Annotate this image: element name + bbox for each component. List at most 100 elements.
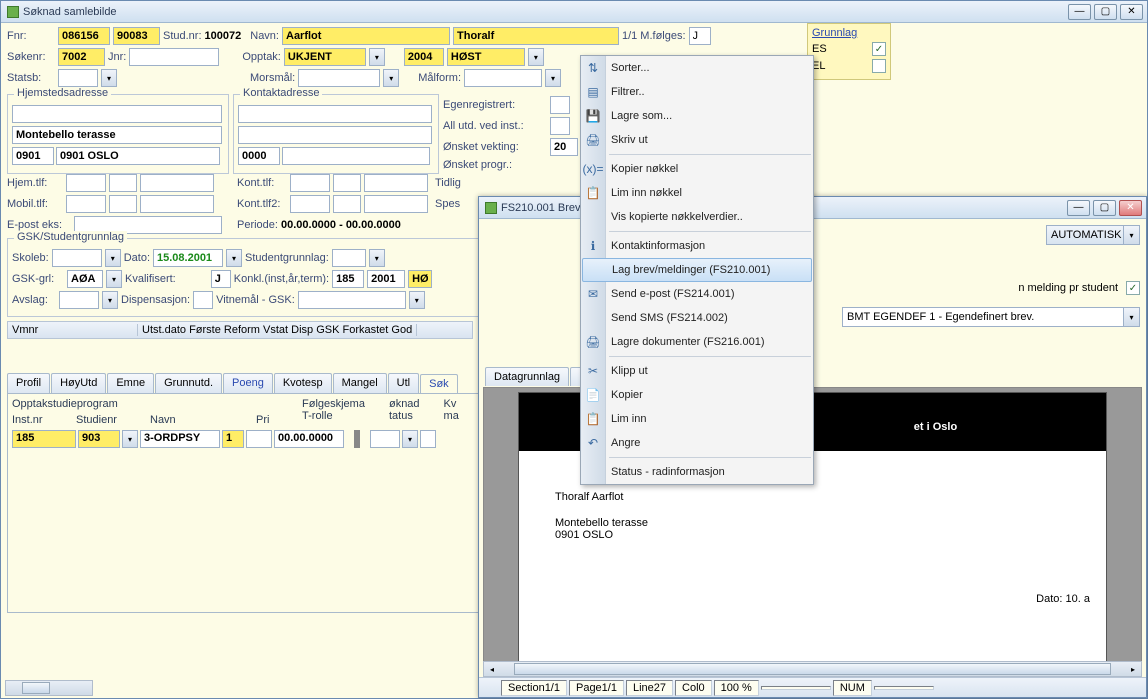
row-studienr-dd[interactable]: ▾ [122,430,138,448]
ctx-filtrer-[interactable]: ▤Filtrer.. [581,80,813,104]
maximize-button[interactable]: ▢ [1094,4,1117,20]
sokenr-input[interactable] [58,48,105,66]
kval-input[interactable] [211,270,231,288]
hjemtlf2[interactable] [109,174,137,192]
ctx-lim-inn[interactable]: 📋Lim inn [581,407,813,431]
statsb-input[interactable] [58,69,98,87]
term-input[interactable] [447,48,525,66]
aar-input[interactable] [404,48,444,66]
mob3[interactable] [140,195,214,213]
konkl2-input[interactable] [367,270,405,288]
row-navn[interactable]: 3-ORDPSY [140,430,220,448]
avslag-input[interactable] [59,291,99,309]
mfolges-input[interactable] [689,27,711,45]
ctx-kontaktinformasjon[interactable]: ℹKontaktinformasjon [581,234,813,258]
postnr1-input[interactable] [12,147,54,165]
jnr-input[interactable] [129,48,219,66]
ctx-kopier-n-kkel[interactable]: (x)=Kopier nøkkel [581,157,813,181]
skoleb-dd[interactable]: ▾ [105,249,121,267]
row-instnr[interactable]: 185 [12,430,76,448]
malform-input[interactable] [464,69,542,87]
ctx-skriv-ut[interactable]: 🖨Skriv ut [581,128,813,152]
tab-utl[interactable]: Utl [388,373,419,393]
tab-sok[interactable]: Søk [420,374,458,394]
postnr2-input[interactable] [238,147,280,165]
el-checkbox[interactable] [872,59,886,73]
poststed1-input[interactable] [56,147,220,165]
morsmal-input[interactable] [298,69,380,87]
es-checkbox[interactable]: ✓ [872,42,886,56]
dato-dd[interactable]: ▾ [226,249,242,267]
fnr1-input[interactable] [58,27,110,45]
template-arrow[interactable]: ▾ [1124,307,1140,327]
opptak-input[interactable] [284,48,366,66]
ctx-sorter-[interactable]: ⇅Sorter... [581,56,813,80]
etternavn-input[interactable] [282,27,450,45]
konttlf3[interactable] [364,174,428,192]
fnr2-input[interactable] [113,27,160,45]
konkl1-input[interactable] [332,270,364,288]
kadr-l1[interactable] [238,105,432,123]
tab-kvotesp[interactable]: Kvotesp [274,373,332,393]
tab-poeng[interactable]: Poeng [223,373,273,393]
adr-l1[interactable] [12,105,222,123]
opptak-dropdown[interactable]: ▾ [369,48,385,66]
kont2a[interactable] [290,195,330,213]
ctx-angre[interactable]: ↶Angre [581,431,813,455]
doc-hscroll[interactable]: ◂ ▸ [483,661,1142,677]
ctx-lagre-som-[interactable]: 💾Lagre som... [581,104,813,128]
konttlf1[interactable] [290,174,330,192]
morsmal-dropdown[interactable]: ▾ [383,69,399,87]
skoleb-input[interactable] [52,249,102,267]
row-studienr[interactable]: 903 [78,430,120,448]
brev-maximize[interactable]: ▢ [1093,200,1116,216]
gskgrl-input[interactable] [67,270,103,288]
close-button[interactable]: ✕ [1120,4,1143,20]
kadr-l2[interactable] [238,126,432,144]
melding-checkbox[interactable]: ✓ [1126,281,1140,295]
term-dropdown[interactable]: ▾ [528,48,544,66]
ctx-send-e-post-fs214-001-[interactable]: ✉Send e-post (FS214.001) [581,282,813,306]
statsb-dropdown[interactable]: ▾ [101,69,117,87]
adr-l2[interactable] [12,126,222,144]
poststed2-input[interactable] [282,147,430,165]
mob1[interactable] [66,195,106,213]
tab-emne[interactable]: Emne [107,373,154,393]
egenreg-input[interactable] [550,96,570,114]
avslag-dd[interactable]: ▾ [102,291,118,309]
ctx-status-radinformasjon[interactable]: Status - radinformasjon [581,460,813,484]
vit-input[interactable] [298,291,406,309]
mob2[interactable] [109,195,137,213]
allutd-input[interactable] [550,117,570,135]
automatisk-arrow[interactable]: ▾ [1124,225,1140,245]
tab-grunnutd[interactable]: Grunnutd. [155,373,222,393]
studentgrunnlag-input[interactable] [332,249,366,267]
tab-mangel[interactable]: Mangel [333,373,387,393]
brev-close[interactable]: ✕ [1119,200,1142,216]
studentgrunnlag-dd[interactable]: ▾ [369,249,385,267]
tab-datagrunnlag[interactable]: Datagrunnlag [485,367,569,386]
hjemtlf1[interactable] [66,174,106,192]
ctx-send-sms-fs214-002-[interactable]: Send SMS (FS214.002) [581,306,813,330]
tab-hoyutd[interactable]: HøyUtd [51,373,106,393]
gskdato-input[interactable] [153,249,223,267]
minimize-button[interactable]: — [1068,4,1091,20]
tab-profil[interactable]: Profil [7,373,50,393]
disp-input[interactable] [193,291,213,309]
automatisk-select[interactable]: AUTOMATISK [1046,225,1124,245]
row-dato[interactable]: 00.00.0000 [274,430,344,448]
gskgrl-dd[interactable]: ▾ [106,270,122,288]
malform-dropdown[interactable]: ▾ [545,69,561,87]
kont2b[interactable] [333,195,361,213]
kont2c[interactable] [364,195,428,213]
onsketv-input[interactable] [550,138,578,156]
template-select[interactable]: BMT EGENDEF 1 - Egendefinert brev. [842,307,1124,327]
brev-minimize[interactable]: — [1067,200,1090,216]
bottom-scroll[interactable] [5,680,93,696]
konttlf2[interactable] [333,174,361,192]
fornavn-input[interactable] [453,27,619,45]
row-s1-dd[interactable]: ▾ [402,430,418,448]
row-pri[interactable]: 1 [222,430,244,448]
konkl3-input[interactable] [408,270,432,288]
ctx-klipp-ut[interactable]: ✂Klipp ut [581,359,813,383]
